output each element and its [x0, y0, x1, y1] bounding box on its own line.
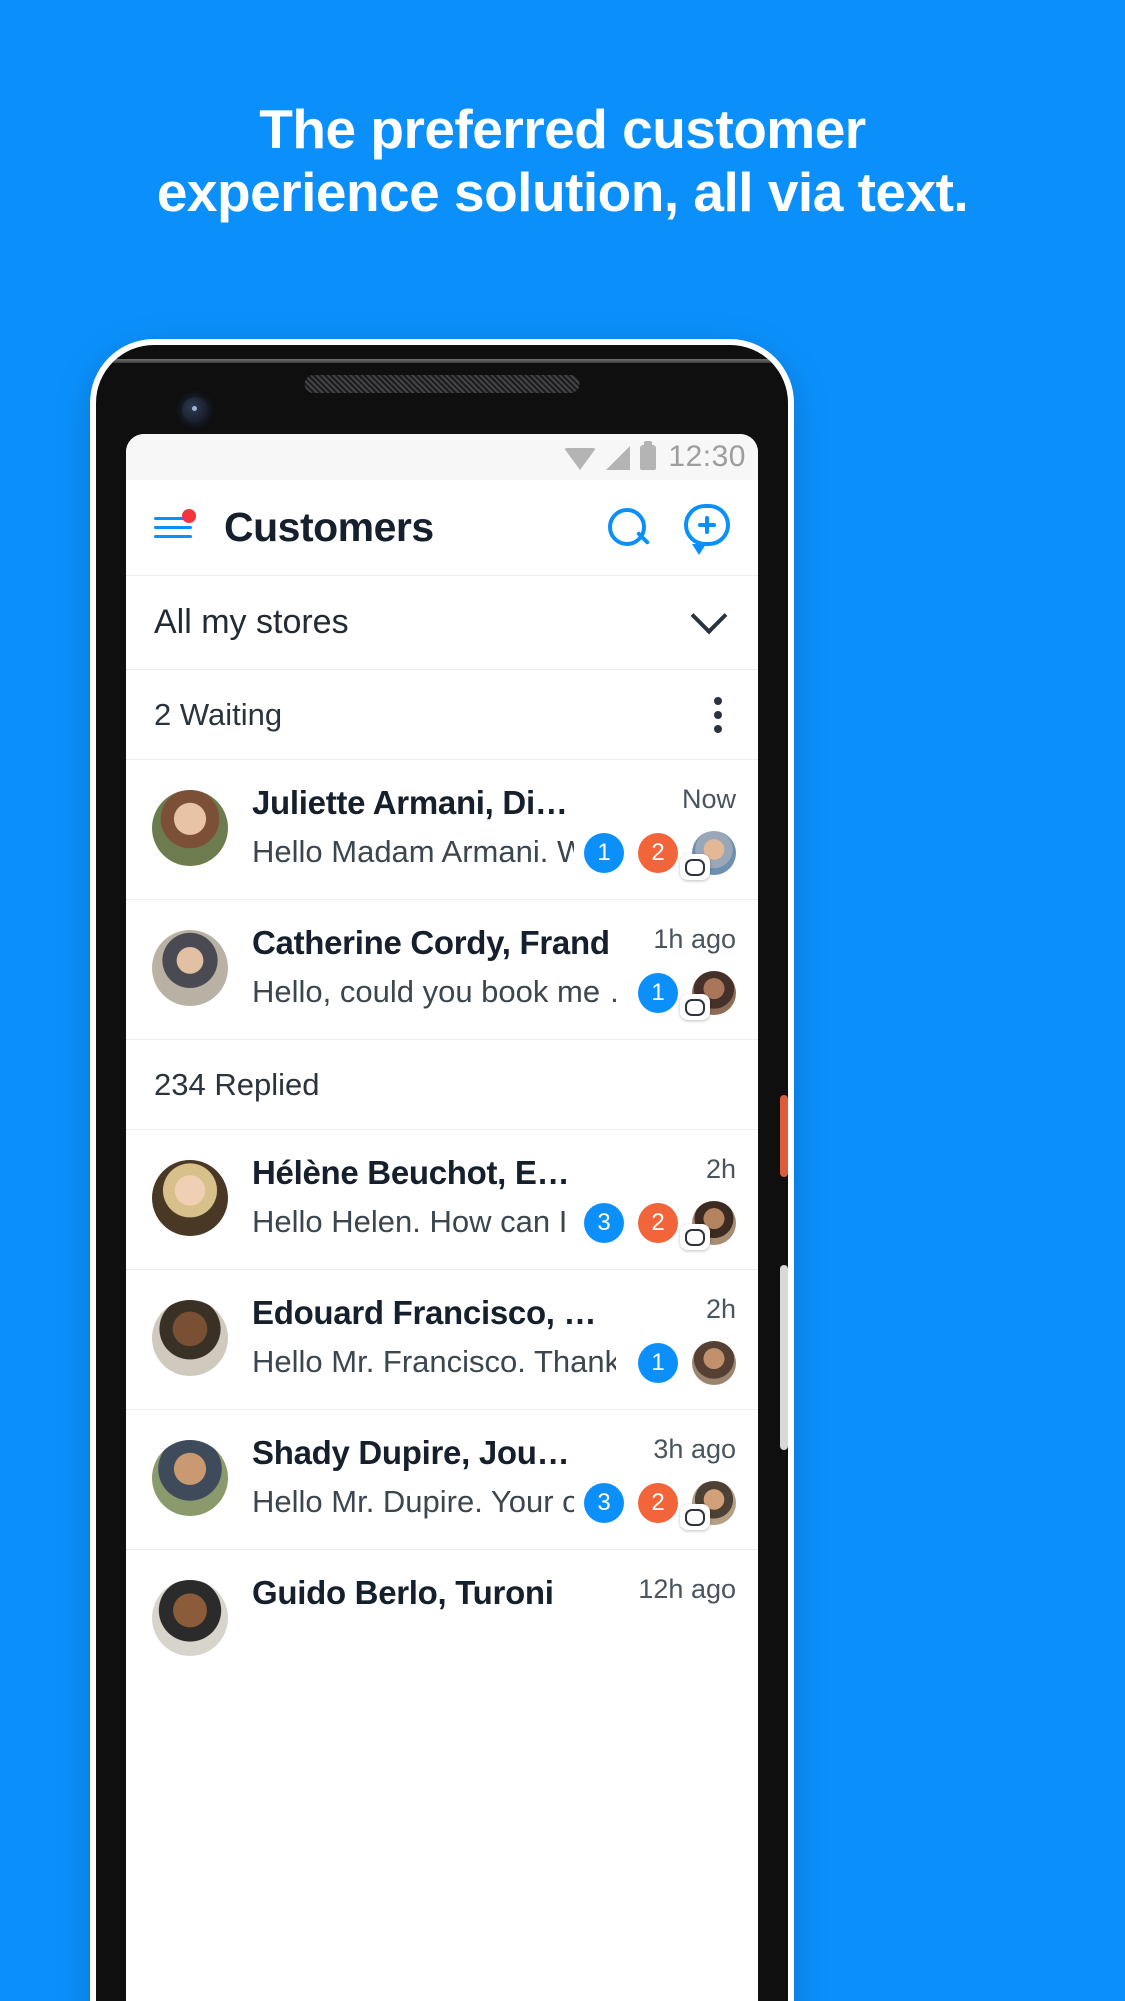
- conversation-row[interactable]: Hélène Beuchot, Etterberk Hello Helen. H…: [126, 1130, 758, 1269]
- agent-avatar: [680, 1481, 736, 1530]
- avatar: [152, 930, 228, 1006]
- status-badge: 2: [638, 1483, 678, 1523]
- wifi-icon: [564, 447, 597, 470]
- status-badge: 1: [638, 973, 678, 1013]
- badge-group: 1: [638, 971, 736, 1020]
- status-badge: 2: [638, 833, 678, 873]
- conversation-meta: 2h 1: [616, 1294, 736, 1385]
- conversation-meta: Now 1 2: [574, 784, 736, 880]
- conversation-text: Guido Berlo, Turoni: [228, 1574, 616, 1656]
- conversation-name: Shady Dupire, Jounia: [252, 1434, 574, 1471]
- conversation-meta: 1h ago 1: [616, 924, 736, 1020]
- kebab-menu-icon[interactable]: [708, 691, 728, 739]
- app-bar: Customers: [126, 480, 758, 576]
- avatar: [152, 1160, 228, 1236]
- conversation-snippet: Hello Madam Armani. We…: [252, 834, 574, 869]
- app-bar-actions: [606, 503, 732, 555]
- agent-avatar: [680, 831, 736, 880]
- agent-avatar: [680, 971, 736, 1020]
- conversation-timestamp: 3h ago: [653, 1434, 736, 1464]
- conversation-name: Edouard Francisco, Orbey: [252, 1294, 616, 1331]
- agent-avatar: [692, 1341, 736, 1385]
- badge-group: 1 2: [584, 831, 736, 880]
- app-bar-title: Customers: [224, 504, 434, 550]
- section-header-label: 234 Replied: [154, 1066, 320, 1102]
- conversation-row[interactable]: Catherine Cordy, Frand Hello, could you …: [126, 900, 758, 1039]
- status-badge: 2: [638, 1203, 678, 1243]
- status-badge: 3: [584, 1203, 624, 1243]
- page-title: The preferred customer experience soluti…: [156, 98, 969, 224]
- status-badge: 1: [638, 1343, 678, 1383]
- volume-button[interactable]: [780, 1265, 788, 1450]
- phone-screen: 12:30 Customers All my stores 2 Waiting …: [126, 434, 758, 2001]
- avatar: [152, 1580, 228, 1656]
- conversation-row[interactable]: Shady Dupire, Jounia Hello Mr. Dupire. Y…: [126, 1410, 758, 1549]
- conversation-timestamp: 2h: [705, 1294, 736, 1324]
- notification-dot-icon: [182, 508, 196, 523]
- search-icon[interactable]: [606, 506, 650, 550]
- avatar: [152, 1300, 228, 1376]
- section-header-replied: 234 Replied: [126, 1040, 758, 1130]
- badge-group: 3 2: [584, 1481, 736, 1530]
- chat-bubble-icon: [680, 994, 710, 1020]
- conversation-text: Juliette Armani, Diest Hello Madam Arman…: [228, 784, 574, 875]
- section-header-waiting: 2 Waiting: [126, 670, 758, 760]
- chat-bubble-icon: [680, 854, 710, 880]
- conversation-snippet: Hello Mr. Francisco. Thank you…: [252, 1344, 616, 1379]
- device-top-edge: [110, 359, 774, 363]
- status-bar-clock: 12:30: [668, 440, 746, 473]
- conversation-meta: 2h 3 2: [574, 1154, 736, 1250]
- conversation-name: Hélène Beuchot, Etterberk: [252, 1154, 574, 1191]
- chevron-down-icon: [690, 597, 728, 634]
- front-camera-icon: [182, 397, 208, 423]
- conversation-timestamp: 2h: [705, 1154, 736, 1184]
- conversation-snippet: Hello Mr. Dupire. Your order…: [252, 1484, 574, 1519]
- store-selector-label: All my stores: [154, 603, 349, 641]
- agent-avatar: [680, 1201, 736, 1250]
- status-badge: 1: [584, 833, 624, 873]
- conversation-timestamp: 1h ago: [653, 924, 736, 954]
- chat-bubble-icon: [680, 1224, 710, 1250]
- conversation-row[interactable]: Guido Berlo, Turoni 12h ago: [126, 1550, 758, 1680]
- conversation-name: Juliette Armani, Diest: [252, 784, 574, 821]
- conversation-text: Catherine Cordy, Frand Hello, could you …: [228, 924, 616, 1015]
- conversation-name: Guido Berlo, Turoni: [252, 1574, 554, 1611]
- avatar: [152, 1440, 228, 1516]
- conversation-timestamp: 12h ago: [638, 1574, 736, 1604]
- conversation-meta: 12h ago: [616, 1574, 736, 1656]
- badge-group: 1: [638, 1341, 736, 1385]
- conversation-meta: 3h ago 3 2: [574, 1434, 736, 1530]
- conversation-timestamp: Now: [681, 784, 736, 814]
- chat-bubble-icon: [680, 1504, 710, 1530]
- conversation-snippet: Hello Helen. How can I help…: [252, 1204, 574, 1239]
- earpiece-speaker: [304, 375, 580, 393]
- status-bar-icons: [564, 440, 657, 470]
- conversation-row[interactable]: Edouard Francisco, Orbey Hello Mr. Franc…: [126, 1270, 758, 1409]
- hamburger-menu-icon[interactable]: [154, 508, 196, 541]
- power-button[interactable]: [780, 1095, 788, 1177]
- battery-icon: [640, 440, 657, 470]
- conversation-row[interactable]: Juliette Armani, Diest Hello Madam Arman…: [126, 760, 758, 899]
- phone-device-mockup: 12:30 Customers All my stores 2 Waiting …: [96, 345, 788, 2001]
- conversation-text: Hélène Beuchot, Etterberk Hello Helen. H…: [228, 1154, 574, 1245]
- badge-group: 3 2: [584, 1201, 736, 1250]
- store-selector[interactable]: All my stores: [126, 576, 758, 670]
- signal-icon: [606, 445, 631, 470]
- new-conversation-icon[interactable]: [684, 503, 732, 555]
- status-bar: 12:30: [126, 434, 758, 480]
- section-header-label: 2 Waiting: [154, 696, 283, 732]
- status-badge: 3: [584, 1483, 624, 1523]
- avatar: [152, 790, 228, 866]
- conversation-name: Catherine Cordy, Frand: [252, 924, 610, 961]
- conversation-snippet: Hello, could you book me …: [252, 974, 616, 1009]
- conversation-text: Shady Dupire, Jounia Hello Mr. Dupire. Y…: [228, 1434, 574, 1525]
- conversation-text: Edouard Francisco, Orbey Hello Mr. Franc…: [228, 1294, 616, 1385]
